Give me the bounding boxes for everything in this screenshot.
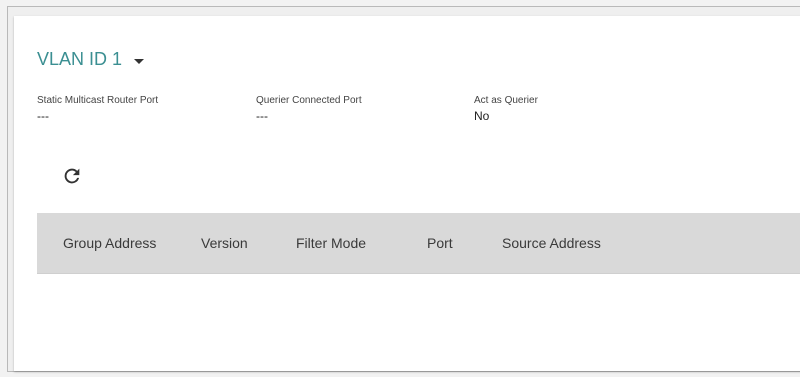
act-as-querier-value: No	[474, 109, 490, 123]
column-header-port[interactable]: Port	[427, 235, 453, 251]
querier-connected-port-value: ---	[256, 109, 268, 123]
vlan-id-dropdown[interactable]: VLAN ID 1	[37, 49, 145, 70]
column-header-filter-mode[interactable]: Filter Mode	[296, 235, 366, 251]
vlan-id-label: VLAN ID 1	[37, 49, 123, 69]
static-multicast-router-port-value: ---	[37, 109, 49, 123]
column-header-source-address[interactable]: Source Address	[502, 235, 601, 251]
column-header-version[interactable]: Version	[201, 235, 248, 251]
act-as-querier: Act as Querier No	[474, 95, 538, 123]
column-header-group-address[interactable]: Group Address	[63, 235, 156, 251]
table-header: Group Address Version Filter Mode Port S…	[37, 213, 800, 274]
static-multicast-router-port-label: Static Multicast Router Port	[37, 95, 159, 106]
refresh-button[interactable]	[61, 165, 83, 187]
act-as-querier-label: Act as Querier	[474, 95, 538, 106]
static-multicast-router-port: Static Multicast Router Port ---	[37, 95, 158, 123]
refresh-icon	[64, 168, 80, 184]
chevron-down-icon	[134, 58, 145, 64]
querier-connected-port-label: Querier Connected Port	[256, 95, 362, 106]
querier-connected-port: Querier Connected Port ---	[256, 95, 362, 123]
